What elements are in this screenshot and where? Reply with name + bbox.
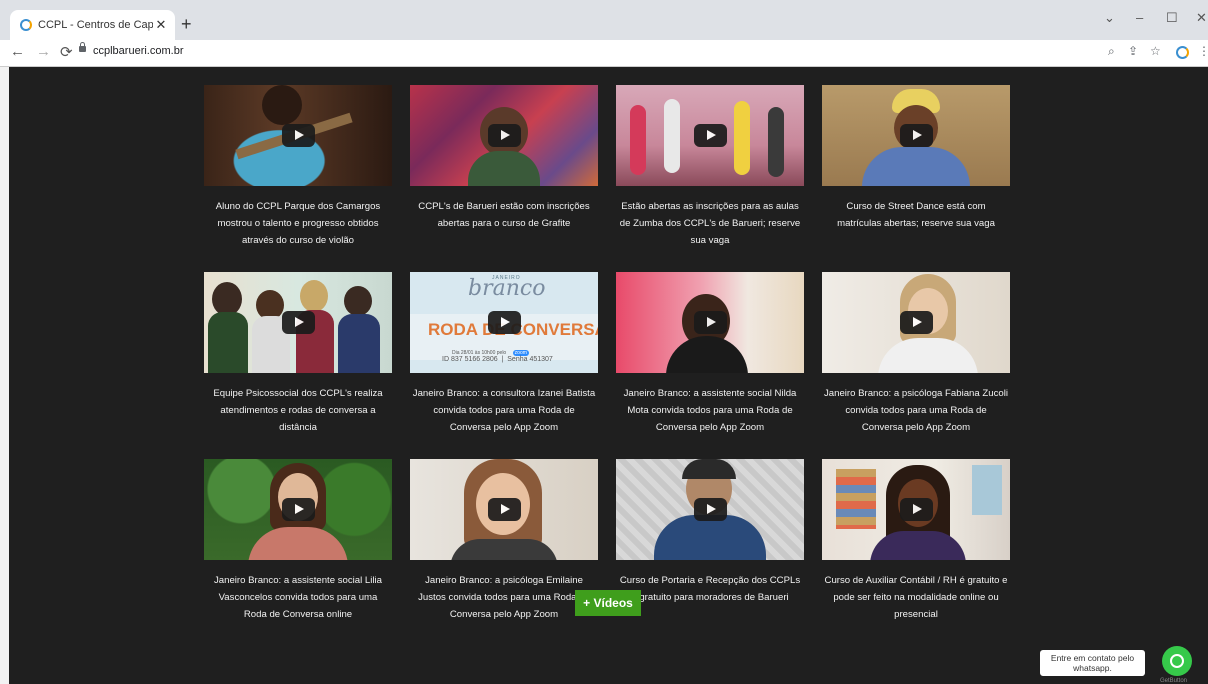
video-caption[interactable]: Curso de Portaria e Recepção dos CCPLs é… xyxy=(616,572,804,606)
browser-tab[interactable]: CCPL - Centros de Capacitação P ✕ xyxy=(10,10,175,40)
fabiana-video-thumbnail[interactable] xyxy=(822,272,1010,373)
video-card[interactable]: Janeiro Branco: a assistente social Lili… xyxy=(204,459,392,646)
tab-search-icon[interactable]: ⌄ xyxy=(1104,10,1115,26)
play-button-icon[interactable] xyxy=(900,311,933,334)
zumba-video-thumbnail[interactable] xyxy=(616,85,804,186)
tab-title: CCPL - Centros de Capacitação P xyxy=(38,19,153,31)
url-field[interactable]: ccplbarueri.com.br xyxy=(93,45,183,57)
video-card[interactable]: CCPL's de Barueri estão com inscrições a… xyxy=(410,85,598,272)
portaria-video-thumbnail[interactable] xyxy=(616,459,804,560)
play-button-icon[interactable] xyxy=(282,124,315,147)
video-card[interactable]: Janeiro Branco: a assistente social Nild… xyxy=(616,272,804,459)
video-card[interactable]: Curso de Street Dance está com matrícula… xyxy=(822,85,1010,272)
video-card[interactable]: JANEIRO branco RODA DE CONVERSA Dia 28/0… xyxy=(410,272,598,459)
street-dance-video-thumbnail[interactable] xyxy=(822,85,1010,186)
play-button-icon[interactable] xyxy=(694,124,727,147)
new-tab-button[interactable]: + xyxy=(181,14,192,35)
play-button-icon[interactable] xyxy=(488,498,521,521)
back-arrow-icon[interactable]: ← xyxy=(10,43,25,60)
video-card[interactable]: Janeiro Branco: a psicóloga Fabiana Zuco… xyxy=(822,272,1010,459)
browser-tab-bar: CCPL - Centros de Capacitação P ✕ + ⌄ – … xyxy=(0,0,1208,40)
more-videos-button[interactable]: + Vídeos xyxy=(575,590,641,616)
video-card[interactable]: Curso de Portaria e Recepção dos CCPLs é… xyxy=(616,459,804,646)
lock-icon[interactable] xyxy=(79,42,86,52)
reload-icon[interactable]: ⟳ xyxy=(60,43,73,61)
nilda-video-thumbnail[interactable] xyxy=(616,272,804,373)
video-caption[interactable]: Janeiro Branco: a assistente social Lili… xyxy=(204,572,392,623)
play-button-icon[interactable] xyxy=(694,498,727,521)
video-card[interactable]: Equipe Psicossocial dos CCPL's realiza a… xyxy=(204,272,392,459)
play-button-icon[interactable] xyxy=(282,498,315,521)
play-button-icon[interactable] xyxy=(900,124,933,147)
auxiliar-contabil-video-thumbnail[interactable] xyxy=(822,459,1010,560)
forward-arrow-icon[interactable]: → xyxy=(36,43,51,60)
lilia-video-thumbnail[interactable] xyxy=(204,459,392,560)
play-button-icon[interactable] xyxy=(488,311,521,334)
share-icon[interactable]: ⇪ xyxy=(1128,44,1138,58)
menu-dots-icon[interactable]: ⋮ xyxy=(1198,44,1208,58)
maximize-button[interactable]: ☐ xyxy=(1166,10,1178,26)
minimize-button[interactable]: – xyxy=(1136,10,1143,25)
address-bar: ← → ⟳ ccplbarueri.com.br ⌕ ⇪ ☆ ⋮ xyxy=(0,40,1208,67)
ccpl-favicon-icon xyxy=(20,19,32,31)
bookmark-star-icon[interactable]: ☆ xyxy=(1150,44,1161,58)
window-close-button[interactable]: ✕ xyxy=(1196,10,1207,26)
whatsapp-icon xyxy=(1170,654,1184,668)
video-card[interactable]: Estão abertas as inscrições para as aula… xyxy=(616,85,804,272)
video-caption[interactable]: Janeiro Branco: a assistente social Nild… xyxy=(616,385,804,436)
video-card[interactable]: Janeiro Branco: a psicóloga Emilaine Jus… xyxy=(410,459,598,646)
play-button-icon[interactable] xyxy=(282,311,315,334)
roda-de-conversa-video-thumbnail[interactable]: JANEIRO branco RODA DE CONVERSA Dia 28/0… xyxy=(410,272,598,373)
roda-id-line: ID 837 5166 2806 | Senha 451307 xyxy=(442,356,553,363)
video-caption[interactable]: Aluno do CCPL Parque dos Camargos mostro… xyxy=(204,198,392,249)
branco-script-label: branco xyxy=(468,276,546,301)
zoom-icon[interactable]: ⌕ xyxy=(1108,44,1115,59)
page-left-edge xyxy=(0,67,9,684)
video-grid: Aluno do CCPL Parque dos Camargos mostro… xyxy=(204,85,1014,646)
video-caption[interactable]: CCPL's de Barueri estão com inscrições a… xyxy=(410,198,598,232)
play-button-icon[interactable] xyxy=(900,498,933,521)
video-caption[interactable]: Estão abertas as inscrições para as aula… xyxy=(616,198,804,249)
video-caption[interactable]: Janeiro Branco: a consultora Izanei Bati… xyxy=(410,385,598,436)
tab-close-icon[interactable]: ✕ xyxy=(153,17,169,33)
video-caption[interactable]: Equipe Psicossocial dos CCPL's realiza a… xyxy=(204,385,392,436)
graffiti-video-thumbnail[interactable] xyxy=(410,85,598,186)
extension-icon[interactable] xyxy=(1176,46,1189,59)
play-button-icon[interactable] xyxy=(694,311,727,334)
video-card[interactable]: Aluno do CCPL Parque dos Camargos mostro… xyxy=(204,85,392,272)
video-caption[interactable]: Janeiro Branco: a psicóloga Emilaine Jus… xyxy=(410,572,598,623)
video-card[interactable]: Curso de Auxiliar Contábil / RH é gratui… xyxy=(822,459,1010,646)
guitar-video-thumbnail[interactable] xyxy=(204,85,392,186)
getbutton-brand[interactable]: GetButton xyxy=(1160,678,1187,684)
video-caption[interactable]: Curso de Street Dance está com matrícula… xyxy=(822,198,1010,232)
whatsapp-contact-bubble[interactable]: Entre em contato pelo whatsapp. xyxy=(1040,650,1145,676)
emilaine-video-thumbnail[interactable] xyxy=(410,459,598,560)
play-button-icon[interactable] xyxy=(488,124,521,147)
whatsapp-button[interactable] xyxy=(1162,646,1192,676)
video-caption[interactable]: Janeiro Branco: a psicóloga Fabiana Zuco… xyxy=(822,385,1010,436)
video-caption[interactable]: Curso de Auxiliar Contábil / RH é gratui… xyxy=(822,572,1010,623)
team-video-thumbnail[interactable] xyxy=(204,272,392,373)
